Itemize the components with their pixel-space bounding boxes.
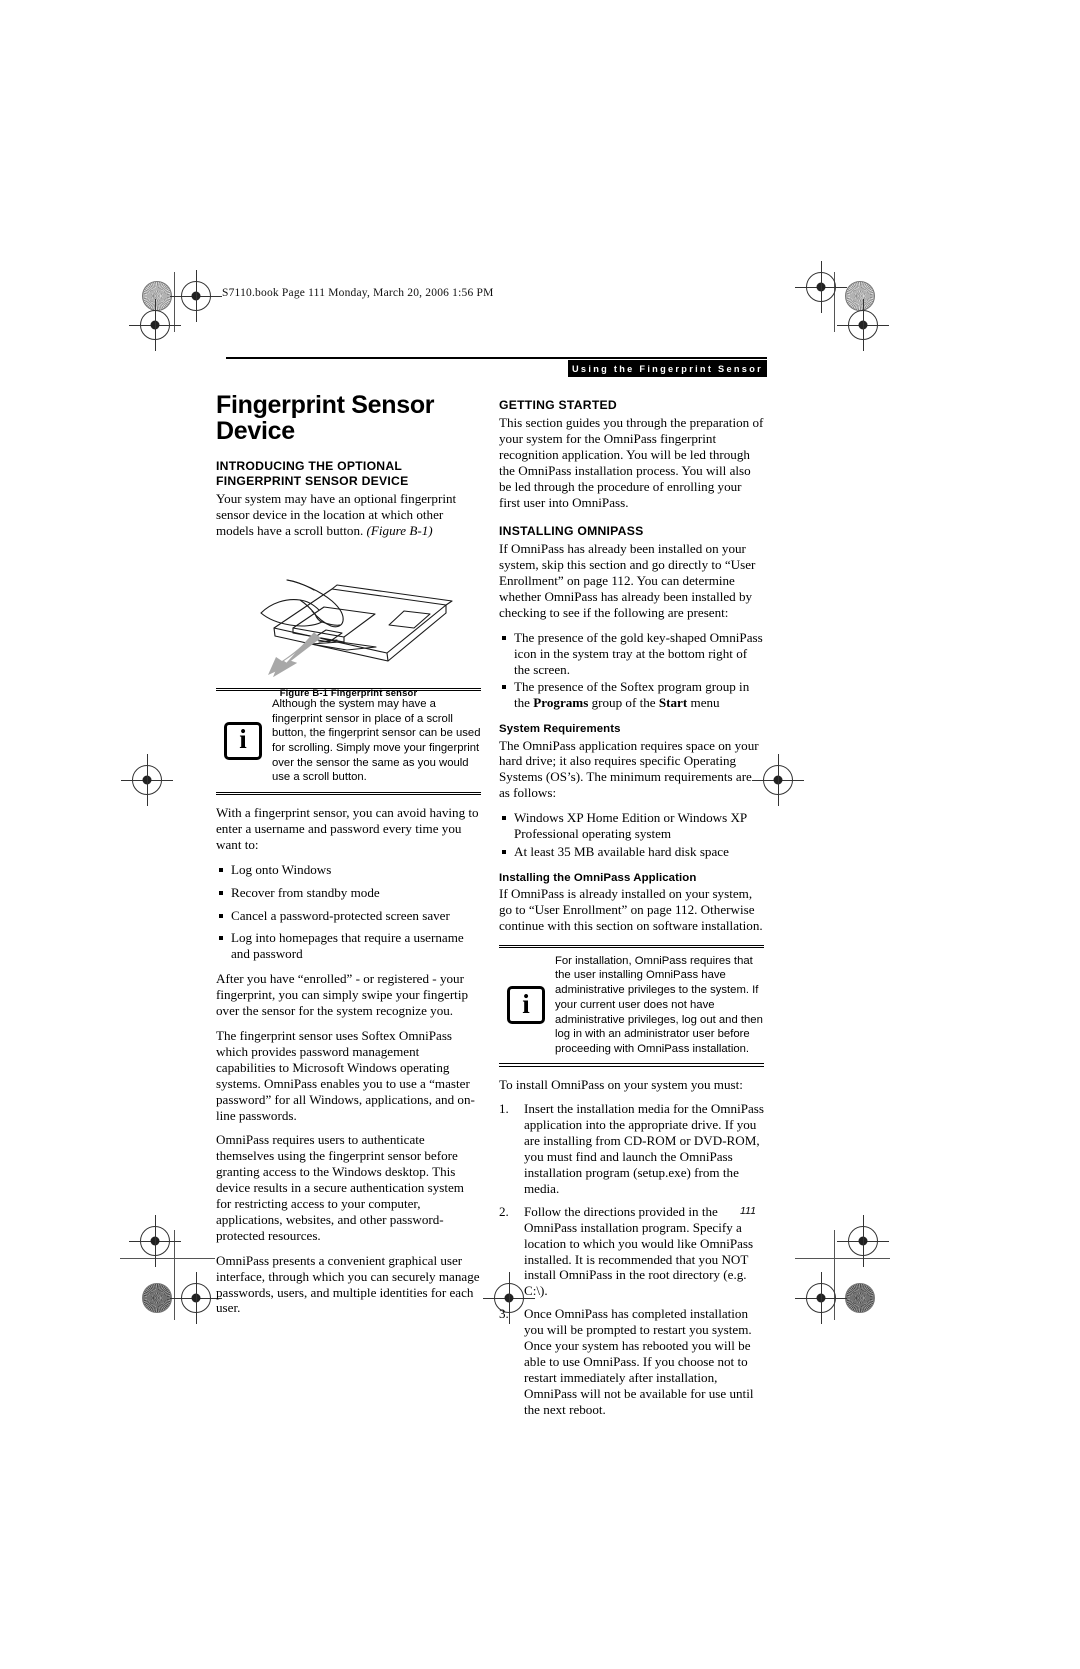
benefits-bullet-list: Log onto Windows Recover from standby mo… — [216, 862, 481, 963]
heading-installing-omnipass: INSTALLING OMNIPASS — [499, 523, 644, 538]
note-box-scrolling: i Although the system may have a fingerp… — [216, 687, 481, 795]
information-i-icon: i — [224, 721, 262, 760]
list-item: The presence of the Softex program group… — [499, 679, 764, 711]
paragraph-to-install: To install OmniPass on your system you m… — [499, 1076, 743, 1092]
figure-reference: (Figure B-1) — [366, 523, 433, 539]
list-item: The presence of the gold key-shaped Omni… — [499, 630, 764, 678]
bullet-post: menu — [687, 695, 720, 711]
list-item: Follow the directions provided in the Om… — [499, 1203, 754, 1299]
note-box-scrolling-text: Although the system may have a fingerpri… — [272, 697, 481, 784]
information-i-icon: i — [507, 986, 545, 1025]
paragraph-getting-started: This section guides you through the prep… — [499, 415, 764, 510]
page-number: 111 — [740, 1205, 756, 1217]
heading-system-requirements: System Requirements — [499, 723, 621, 736]
system-requirements-bullet-list: Windows XP Home Edition or Windows XP Pr… — [499, 810, 764, 860]
right-column: GETTING STARTED This section guides you … — [499, 398, 764, 1425]
list-item: Cancel a password-protected screen saver — [216, 908, 481, 924]
page-title: Fingerprint Sensor Device — [216, 391, 435, 446]
manual-page: Using the Fingerprint Sensor Fingerprint… — [0, 0, 1080, 1669]
paragraph-user-interface: OmniPass presents a convenient graphical… — [216, 1252, 480, 1316]
bold-start: Start — [658, 695, 688, 711]
heading-getting-started: GETTING STARTED — [499, 398, 617, 412]
list-item: Recover from standby mode — [216, 885, 481, 901]
paragraph-authentication: OmniPass requires users to authenticate … — [216, 1132, 464, 1243]
paragraph-intro: Your system may have an optional fingerp… — [216, 491, 481, 539]
bullet-mid: group of the — [588, 695, 659, 711]
list-item: At least 35 MB available hard disk space — [499, 844, 764, 860]
heading-installing-omnipass-application: Installing the OmniPass Application — [499, 871, 697, 884]
installation-steps-list: Insert the installation media for the Om… — [499, 1101, 764, 1417]
note-box-admin-privileges: i For installation, OmniPass requires th… — [499, 944, 764, 1067]
paragraph-enrolled: After you have “enrolled” - or registere… — [216, 971, 469, 1019]
list-item: Insert the installation media for the Om… — [499, 1101, 765, 1196]
running-head-banner: Using the Fingerprint Sensor — [568, 360, 767, 377]
bold-programs: Programs — [533, 695, 589, 711]
paragraph-avoid-login: With a fingerprint sensor, you can avoid… — [216, 805, 479, 852]
paragraph-softex-omnipass: The fingerprint sensor uses Softex OmniP… — [216, 1027, 475, 1123]
paragraph-installing-omnipass: If OmniPass has already been installed o… — [499, 541, 756, 620]
list-item: Once OmniPass has completed installation… — [499, 1306, 754, 1417]
list-item: Windows XP Home Edition or Windows XP Pr… — [499, 810, 764, 842]
direction-arrow — [268, 632, 321, 678]
paragraph-installing-application: If OmniPass is already installed on your… — [499, 886, 763, 933]
heading-introducing-optional-sensor: INTRODUCING THE OPTIONAL FINGERPRINT SEN… — [216, 458, 409, 488]
list-item: Log onto Windows — [216, 862, 481, 878]
paragraph-system-requirements: The OmniPass application requires space … — [499, 737, 759, 801]
list-item: Log into homepages that require a userna… — [216, 930, 481, 962]
figure-b1: Figure B-1 Fingerprint sensor — [216, 549, 481, 698]
omnipass-presence-bullet-list: The presence of the gold key-shaped Omni… — [499, 630, 764, 712]
laptop-touchpad-fingerprint-sensor-illustration — [260, 579, 453, 678]
note-box-admin-privileges-text: For installation, OmniPass requires that… — [555, 954, 763, 1055]
left-column: Fingerprint Sensor Device INTRODUCING TH… — [216, 392, 481, 1325]
header-rule — [226, 357, 767, 359]
